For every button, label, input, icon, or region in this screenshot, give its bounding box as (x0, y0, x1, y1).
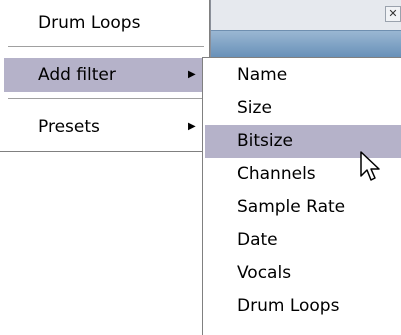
submenu-item-sample-rate[interactable]: Sample Rate (205, 191, 401, 224)
add-filter-submenu: Name Size Bitsize Channels Sample Rate D… (202, 57, 401, 335)
submenu-item-label: Date (237, 230, 278, 250)
submenu-item-label: Size (237, 98, 272, 118)
menu-item-label: Presets (38, 117, 100, 137)
menu-item-presets[interactable]: Presets ▶ (4, 110, 204, 144)
submenu-item-label: Vocals (237, 263, 292, 283)
submenu-item-label: Sample Rate (237, 197, 346, 217)
menu-item-label: Add filter (38, 65, 116, 85)
submenu-item-size[interactable]: Size (205, 92, 401, 125)
submenu-item-label: Bitsize (237, 131, 294, 151)
menu-item-drum-loops[interactable]: Drum Loops (4, 6, 204, 40)
submenu-item-drum-loops[interactable]: Drum Loops (205, 290, 401, 323)
submenu-arrow-icon: ▶ (188, 121, 196, 132)
background-window-content (211, 0, 401, 30)
submenu-item-label: Drum Loops (237, 296, 340, 316)
close-icon[interactable]: ✕ (385, 6, 401, 22)
submenu-item-date[interactable]: Date (205, 224, 401, 257)
mouse-pointer-icon (360, 151, 380, 181)
menu-separator (8, 46, 204, 48)
menu-item-add-filter[interactable]: Add filter ▶ (4, 58, 204, 92)
screen: ✕ Drum Loops Add filter ▶ Presets ▶ Name… (0, 0, 401, 335)
submenu-item-label: Name (237, 65, 288, 85)
context-menu: Drum Loops Add filter ▶ Presets ▶ (0, 0, 210, 152)
submenu-item-name[interactable]: Name (205, 59, 401, 92)
menu-item-label: Drum Loops (38, 13, 141, 33)
submenu-arrow-icon: ▶ (188, 69, 196, 80)
submenu-item-vocals[interactable]: Vocals (205, 257, 401, 290)
submenu-item-label: Channels (237, 164, 316, 184)
background-window: ✕ (210, 0, 401, 63)
menu-separator (8, 98, 204, 100)
